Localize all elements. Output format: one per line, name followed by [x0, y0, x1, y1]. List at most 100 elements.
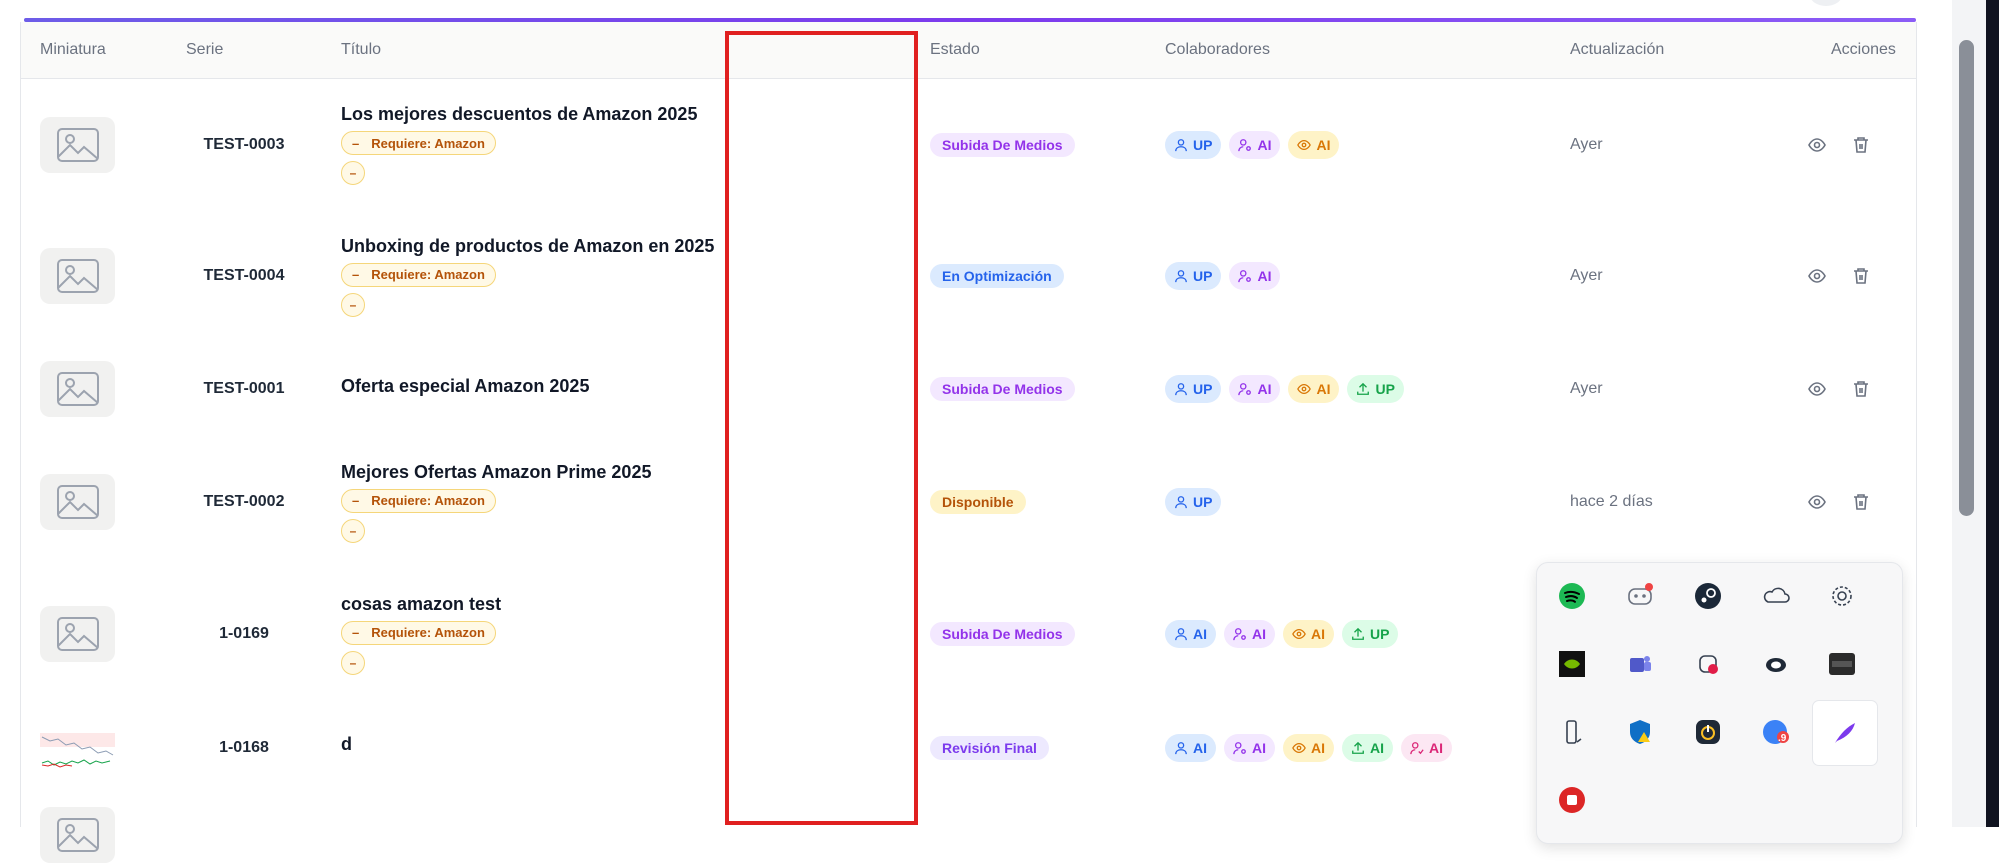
actions-cell	[1808, 79, 1870, 210]
view-icon[interactable]	[1808, 136, 1826, 154]
header-estado[interactable]: Estado	[930, 22, 980, 78]
collaborator-label: AI	[1316, 136, 1331, 153]
user-icon	[1174, 138, 1188, 152]
thumbnail-cell	[40, 795, 115, 867]
requirement-dash-badge[interactable]: –	[341, 518, 365, 543]
table-row[interactable]: TEST-0002 Mejores Ofertas Amazon Prime 2…	[21, 436, 1916, 569]
header-actualizacion[interactable]: Actualización	[1570, 22, 1664, 78]
video-title[interactable]: d	[341, 734, 352, 755]
collaborator-pill[interactable]: AI	[1229, 262, 1281, 290]
image-placeholder-icon[interactable]	[40, 606, 115, 662]
collaborator-pill[interactable]: AI	[1224, 733, 1275, 762]
collaborator-pill[interactable]: AI	[1165, 620, 1216, 648]
requirement-dash-badge[interactable]: –	[341, 650, 365, 675]
collaborator-pill[interactable]: UP	[1347, 375, 1404, 403]
status-badge: Subida De Medios	[930, 132, 1075, 157]
nvidia-icon[interactable]	[1551, 643, 1593, 685]
collaborator-pill[interactable]: AI	[1165, 733, 1216, 762]
upload-icon	[1351, 741, 1365, 755]
collaborator-label: UP	[1193, 381, 1213, 397]
collaborator-label: UP	[1370, 626, 1390, 642]
collaborator-pill[interactable]: UP	[1165, 262, 1222, 290]
collaborator-label: UP	[1375, 381, 1395, 397]
collaborator-pill[interactable]: AI	[1342, 733, 1393, 762]
user-gear-icon	[1238, 382, 1252, 396]
video-title[interactable]: Mejores Ofertas Amazon Prime 2025	[341, 462, 651, 483]
usb-drive-icon[interactable]	[1551, 711, 1593, 753]
collaborator-label: UP	[1193, 494, 1213, 510]
video-title[interactable]: cosas amazon test	[341, 594, 501, 615]
delete-icon[interactable]	[1852, 380, 1870, 398]
requirement-badge: – Requiere: Amazon	[341, 262, 496, 287]
eye-icon	[1292, 627, 1306, 641]
collaborators-cell: AI AI AI AI AI	[1165, 700, 1452, 795]
collaborators-cell: UP AI AI	[1165, 79, 1340, 210]
user-icon	[1174, 495, 1188, 509]
view-icon[interactable]	[1808, 493, 1826, 511]
defender-warning-icon[interactable]	[1619, 711, 1661, 753]
image-placeholder-icon[interactable]	[40, 474, 115, 530]
table-row[interactable]: TEST-0001 Oferta especial Amazon 2025 Sub…	[21, 342, 1916, 437]
collaborator-pill[interactable]: AI	[1288, 375, 1340, 403]
image-placeholder-icon[interactable]	[40, 248, 115, 304]
estado-cell: Subida De Medios	[930, 79, 1075, 210]
notification-badge-icon[interactable]: .9	[1755, 711, 1797, 753]
power-toys-icon[interactable]	[1687, 711, 1729, 753]
avatar[interactable]	[1810, 0, 1842, 6]
collaborator-pill[interactable]: UP	[1342, 620, 1399, 648]
view-icon[interactable]	[1808, 267, 1826, 285]
video-thumbnail[interactable]	[40, 724, 115, 771]
header-serie[interactable]: Serie	[186, 22, 223, 78]
requirement-label: Requiere: Amazon	[371, 493, 485, 508]
requirement-dash-badge[interactable]: –	[341, 292, 365, 317]
collaborator-label: AI	[1257, 136, 1272, 153]
table-row[interactable]: TEST-0003 Los mejores descuentos de Amaz…	[21, 79, 1916, 211]
image-placeholder-icon[interactable]	[40, 361, 115, 417]
requirement-label: Requiere: Amazon	[371, 267, 485, 282]
view-icon[interactable]	[1808, 380, 1826, 398]
collaborators-cell: UP AI AI UP	[1165, 342, 1404, 436]
app-icon[interactable]	[1821, 643, 1863, 685]
collaborator-pill[interactable]: AI	[1229, 130, 1281, 159]
header-colaboradores[interactable]: Colaboradores	[1165, 22, 1270, 78]
system-tray-overflow: .9	[1536, 562, 1903, 844]
collaborator-pill[interactable]: AI	[1224, 620, 1275, 648]
video-title[interactable]: Unboxing de productos de Amazon en 2025	[341, 236, 714, 257]
scrollbar-thumb[interactable]	[1959, 40, 1974, 516]
delete-icon[interactable]	[1852, 136, 1870, 154]
creative-cloud-icon[interactable]	[1755, 643, 1797, 685]
collaborator-pill[interactable]: AI	[1283, 733, 1334, 762]
table-row[interactable]: TEST-0004 Unboxing de productos de Amazo…	[21, 210, 1916, 343]
delete-icon[interactable]	[1852, 267, 1870, 285]
video-title[interactable]: Oferta especial Amazon 2025	[341, 376, 589, 397]
image-placeholder-icon[interactable]	[40, 116, 115, 173]
header-titulo[interactable]: Título	[341, 22, 381, 78]
header-miniatura[interactable]: Miniatura	[40, 22, 106, 78]
steam-icon[interactable]	[1687, 575, 1729, 617]
onedrive-icon[interactable]	[1755, 575, 1797, 617]
requirement-dash-badge[interactable]: –	[341, 161, 365, 185]
requirement-dash: –	[352, 135, 360, 151]
thumbnail-cell	[40, 568, 115, 700]
collaborator-pill[interactable]: AI	[1288, 130, 1340, 159]
image-placeholder-icon[interactable]	[40, 807, 115, 863]
red-app-icon[interactable]	[1551, 779, 1593, 821]
collaborator-pill[interactable]: AI	[1401, 733, 1452, 762]
settings-gear-icon[interactable]	[1821, 575, 1863, 617]
discord-icon[interactable]	[1619, 575, 1661, 617]
delete-icon[interactable]	[1852, 493, 1870, 511]
video-title[interactable]: Los mejores descuentos de Amazon 2025	[341, 104, 697, 125]
collaborator-pill[interactable]: AI	[1283, 620, 1334, 648]
collaborator-pill[interactable]: AI	[1229, 375, 1281, 403]
spotify-icon[interactable]	[1551, 575, 1593, 617]
feather-icon[interactable]	[1813, 701, 1877, 765]
thumbnail-cell	[40, 436, 115, 568]
slack-icon[interactable]	[1687, 643, 1729, 685]
collaborator-pill[interactable]: UP	[1165, 375, 1222, 403]
collaborator-pill[interactable]: UP	[1165, 130, 1222, 159]
collaborator-pill[interactable]: UP	[1165, 488, 1222, 516]
requirement-dash: –	[352, 625, 360, 640]
header-acciones: Acciones	[1831, 41, 1896, 58]
status-badge: Disponible	[930, 490, 1026, 514]
teams-icon[interactable]	[1619, 643, 1661, 685]
